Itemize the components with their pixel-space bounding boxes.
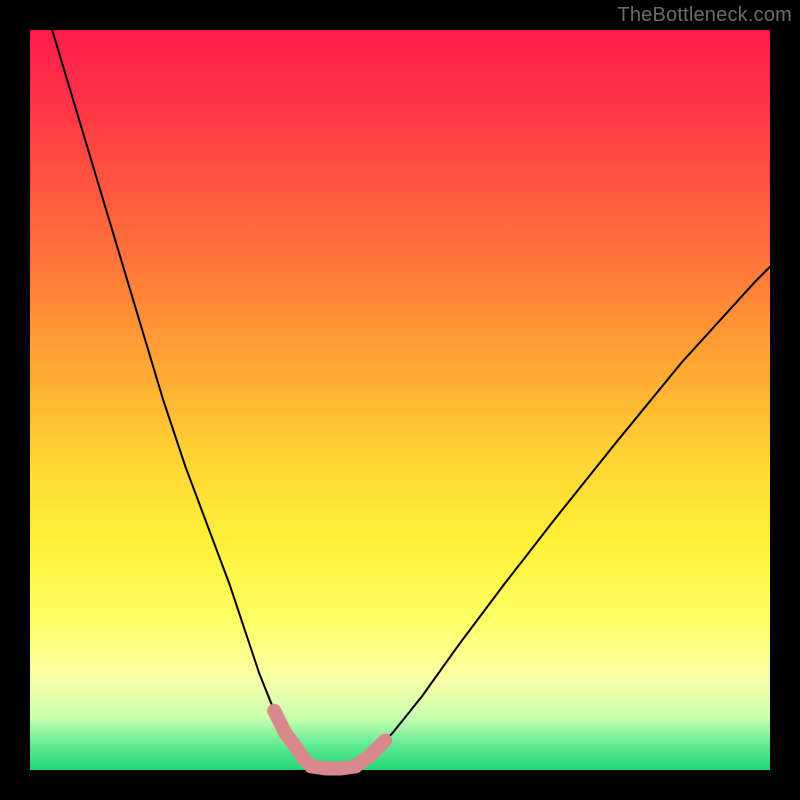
left-curve <box>52 30 311 766</box>
watermark-text: TheBottleneck.com <box>617 4 792 27</box>
accent-left <box>274 711 311 767</box>
outer-frame: TheBottleneck.com <box>0 0 800 800</box>
accent-right <box>356 740 386 766</box>
plot-area <box>30 30 770 770</box>
right-curve <box>356 267 770 767</box>
chart-svg <box>30 30 770 770</box>
